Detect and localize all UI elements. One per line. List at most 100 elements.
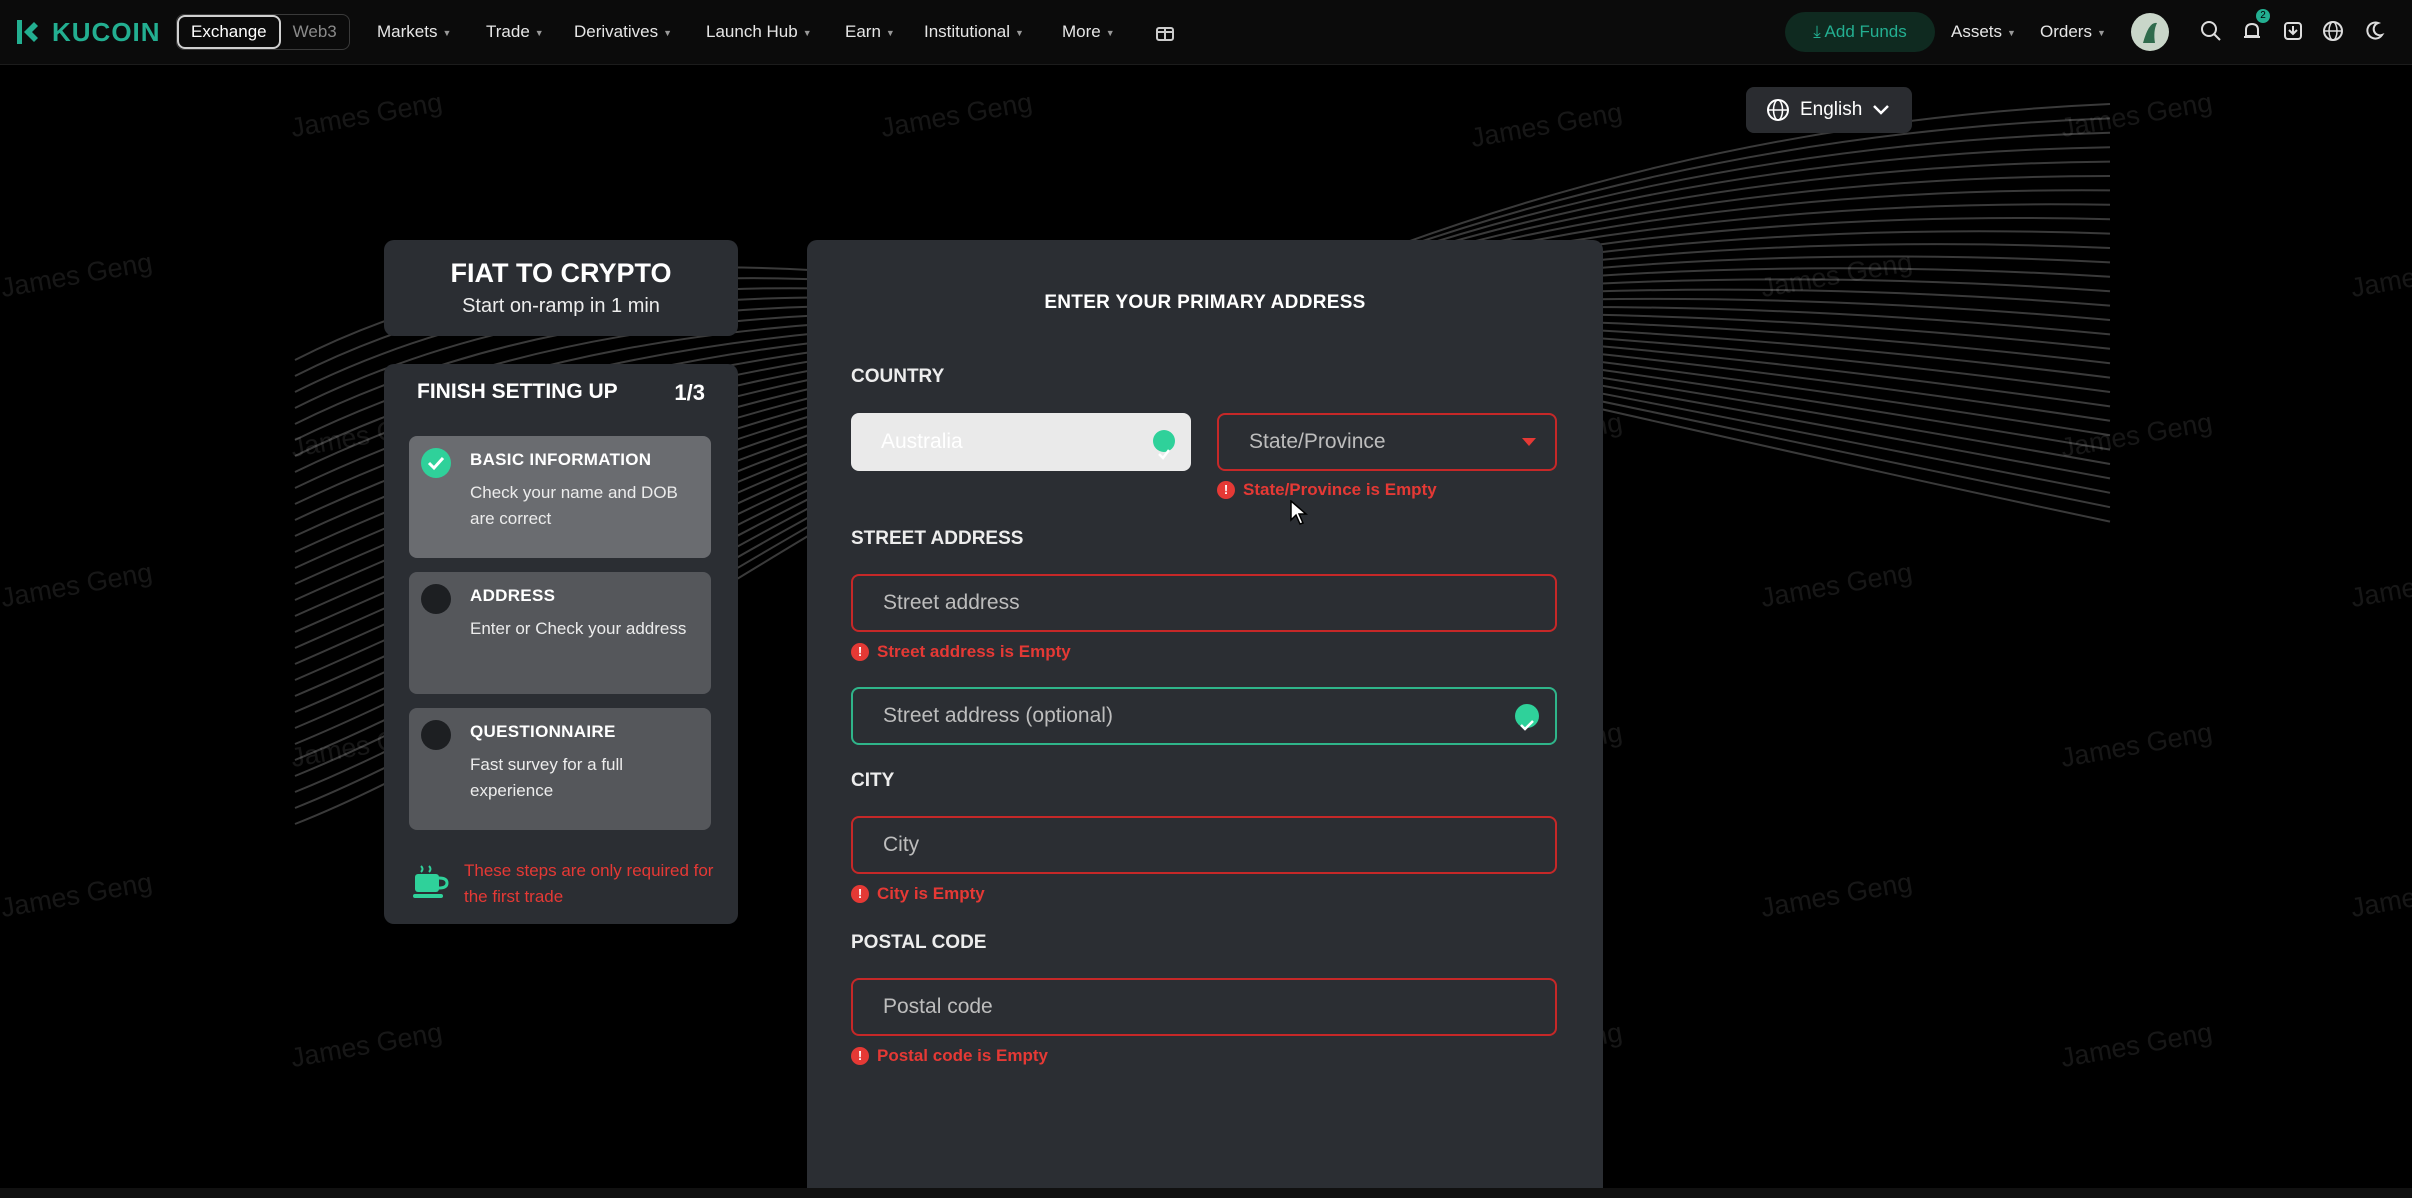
avatar-image [2143, 22, 2157, 43]
check-circle-icon [1515, 704, 1539, 731]
step-title: ADDRESS [470, 586, 556, 605]
step-desc: Check your name and DOB are correct [470, 483, 678, 528]
city-error: ! City is Empty [851, 884, 985, 904]
download-app-icon[interactable] [2282, 20, 2304, 42]
globe-icon[interactable] [2322, 20, 2344, 42]
city-label: CITY [851, 770, 895, 791]
error-icon: ! [851, 643, 869, 661]
menu-label: More [1062, 22, 1101, 41]
avatar[interactable] [2131, 13, 2169, 51]
notification-badge: 2 [2256, 9, 2270, 23]
add-funds-button[interactable]: ⤓ Add Funds [1785, 12, 1935, 52]
postal-code-label: POSTAL CODE [851, 932, 987, 953]
kucoin-logo[interactable]: KUCOIN [14, 14, 161, 50]
menu-label: Launch Hub [706, 22, 798, 41]
exchange-web3-switch[interactable]: Exchange Web3 [176, 14, 350, 50]
menu-derivatives[interactable]: Derivatives ▼ [574, 0, 672, 64]
caret-down-icon: ▼ [802, 27, 812, 38]
step-title: QUESTIONNAIRE [470, 722, 616, 741]
street2-placeholder: Street address (optional) [883, 704, 1113, 727]
web3-tab[interactable]: Web3 [281, 15, 349, 49]
step-address[interactable]: ADDRESS Enter or Check your address [409, 572, 711, 694]
fiat-to-crypto-card: FIAT TO CRYPTO Start on-ramp in 1 min [384, 240, 738, 336]
coffee-cup-icon [413, 865, 449, 898]
add-funds-label: Add Funds [1824, 22, 1907, 41]
state-error-text: State/Province is Empty [1243, 480, 1437, 499]
country-value: Australia [881, 430, 963, 453]
form-title: ENTER YOUR PRIMARY ADDRESS [1044, 292, 1366, 313]
setup-progress-card: FINISH SETTING UP 1/3 BASIC INFORMATION … [384, 364, 738, 924]
menu-institutional[interactable]: Institutional ▼ [924, 0, 1024, 64]
street-error-text: Street address is Empty [877, 642, 1071, 661]
menu-label: Assets [1951, 22, 2003, 41]
menu-assets[interactable]: Assets ▼ [1951, 0, 2016, 64]
country-select[interactable]: Australia [851, 413, 1191, 471]
street-address-optional-input[interactable]: Street address (optional) [851, 687, 1557, 745]
error-icon: ! [851, 885, 869, 903]
address-form: ENTER YOUR PRIMARY ADDRESS COUNTRY Austr… [807, 240, 1603, 1198]
globe-icon [1767, 99, 1789, 121]
search-icon[interactable] [2200, 20, 2222, 42]
menu-earn[interactable]: Earn ▼ [845, 0, 895, 64]
street-address-input[interactable]: Street address [851, 574, 1557, 632]
step-basic-information[interactable]: BASIC INFORMATION Check your name and DO… [409, 436, 711, 558]
fiat-subtitle: Start on-ramp in 1 min [462, 295, 660, 317]
step-questionnaire[interactable]: QUESTIONNAIRE Fast survey for a full exp… [409, 708, 711, 830]
chevron-down-icon [1873, 105, 1890, 115]
caret-down-icon: ▼ [2096, 27, 2106, 38]
check-circle-icon [1153, 430, 1175, 460]
language-selector[interactable]: English [1746, 87, 1912, 133]
setup-count: 1/3 [674, 380, 705, 405]
postal-error-text: Postal code is Empty [877, 1046, 1048, 1065]
menu-orders[interactable]: Orders ▼ [2040, 0, 2106, 64]
download-icon: ⤓ [1813, 22, 1821, 41]
logo-text: KUCOIN [52, 16, 161, 47]
exchange-tab[interactable]: Exchange [177, 15, 281, 49]
first-trade-note: These steps are only required for the fi… [464, 861, 714, 906]
step-dot-icon [421, 584, 451, 614]
step-desc: Fast survey for a full experience [470, 755, 624, 800]
mouse-cursor-icon [1290, 500, 1308, 525]
step-title: BASIC INFORMATION [470, 450, 652, 469]
postal-code-input[interactable]: Postal code [851, 978, 1557, 1036]
moon-icon[interactable] [2363, 20, 2385, 42]
menu-label: Orders [2040, 22, 2092, 41]
setup-heading: FINISH SETTING UP [417, 380, 618, 403]
city-input[interactable]: City [851, 816, 1557, 874]
kucoin-logo-icon [17, 20, 38, 44]
caret-down-icon: ▼ [1015, 27, 1024, 38]
postal-placeholder: Postal code [883, 995, 993, 1018]
menu-markets[interactable]: Markets ▼ [377, 0, 451, 64]
menu-more[interactable]: More ▼ [1062, 0, 1115, 64]
error-icon: ! [1217, 481, 1235, 499]
fiat-title: FIAT TO CRYPTO [450, 258, 672, 288]
caret-down-icon: ▼ [885, 27, 895, 38]
city-placeholder: City [883, 833, 920, 856]
menu-trade[interactable]: Trade ▼ [486, 0, 544, 64]
street-placeholder: Street address [883, 591, 1020, 614]
menu-label: Institutional [924, 22, 1010, 41]
caret-down-icon: ▼ [534, 27, 544, 38]
country-label: COUNTRY [851, 366, 945, 387]
caret-down-icon: ▼ [2007, 27, 2016, 38]
menu-label: Derivatives [574, 22, 659, 41]
menu-launch-hub[interactable]: Launch Hub ▼ [706, 0, 812, 64]
street-error: ! Street address is Empty [851, 642, 1071, 662]
bell-icon[interactable] [2241, 20, 2263, 42]
caret-down-icon [1522, 438, 1536, 446]
postal-error: ! Postal code is Empty [851, 1046, 1048, 1066]
top-nav: KUCOIN Exchange Web3 Markets ▼ Trade ▼ Der… [0, 0, 2412, 65]
street-address-label: STREET ADDRESS [851, 528, 1024, 549]
caret-down-icon: ▼ [1105, 27, 1115, 38]
state-placeholder: State/Province [1249, 430, 1386, 453]
state-province-select[interactable]: State/Province [1217, 413, 1557, 471]
caret-down-icon: ▼ [442, 27, 452, 38]
check-circle-icon [421, 448, 451, 478]
bottom-bar [0, 1188, 2412, 1198]
menu-label: Earn [845, 22, 881, 41]
city-error-text: City is Empty [877, 884, 985, 903]
state-error: ! State/Province is Empty [1217, 480, 1437, 500]
gift-icon[interactable] [1154, 20, 1176, 42]
error-icon: ! [851, 1047, 869, 1065]
step-dot-icon [421, 720, 451, 750]
